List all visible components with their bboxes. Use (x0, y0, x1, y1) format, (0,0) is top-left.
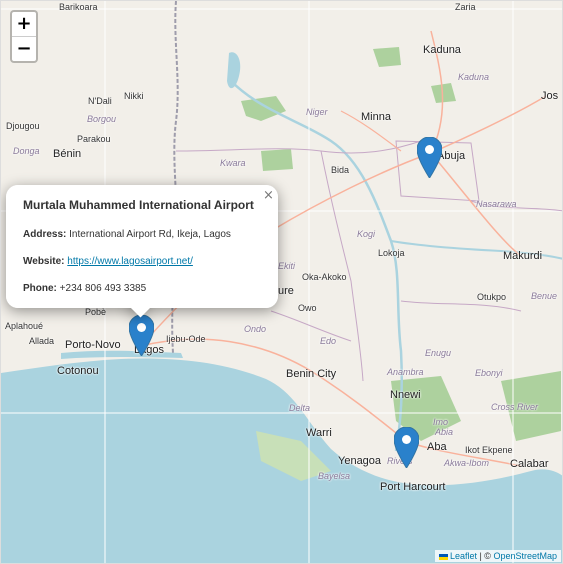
place-kwara: Kwara (220, 158, 246, 168)
place-djougou: Djougou (6, 121, 40, 131)
zoom-control: + − (10, 10, 38, 63)
place-enugu: Enugu (425, 348, 452, 358)
place-barikoara: Barikoara (59, 2, 98, 12)
popup-title: Murtala Muhammed International Airport (23, 198, 254, 212)
leaflet-link[interactable]: Leaflet (450, 551, 477, 561)
place-port-harcourt: Port Harcourt (380, 481, 446, 493)
place-aba: Aba (427, 441, 447, 453)
popup-address-label: Address: (23, 229, 67, 240)
popup-website-link[interactable]: https://www.lagosairport.net/ (67, 256, 193, 267)
place-ikot-ekpene: Ikot Ekpene (465, 445, 513, 455)
place-cotonou: Cotonou (57, 365, 99, 377)
attribution-separator: | © (476, 551, 494, 561)
place-ondo: Ondo (244, 324, 267, 334)
place-ure: ure (278, 285, 294, 297)
zoom-in-button[interactable]: + (12, 12, 36, 36)
place-imo: Imo (433, 417, 449, 427)
place-makurdi: Makurdi (503, 250, 543, 262)
place-pobe: Pobè (85, 307, 107, 317)
place-kogi: Kogi (357, 229, 376, 239)
popup-website: Website: https://www.lagosairport.net/ (23, 256, 193, 267)
place-anambra: Anambra (387, 367, 424, 377)
place-yenagoa: Yenagoa (338, 455, 382, 467)
place-benue: Benue (531, 291, 558, 301)
popup-address: Address: International Airport Rd, Ikeja… (23, 229, 231, 240)
marker-lagos-pin-icon[interactable] (129, 315, 154, 356)
place-otukpo: Otukpo (477, 292, 507, 302)
place-aplahoue: Aplahoué (5, 321, 44, 331)
place-zaria: Zaria (455, 2, 476, 12)
place-abia: Abia (435, 427, 454, 437)
place-bida: Bida (331, 165, 350, 175)
place-warri: Warri (306, 427, 332, 439)
place-ijebu-ode: Ijebu-Ode (166, 334, 206, 344)
marker-port-harcourt-pin-icon[interactable] (394, 427, 419, 468)
map-canvas[interactable]: Barikoara Zaria Kaduna Kaduna Jos N'Dali… (0, 0, 563, 564)
place-edo: Edo (320, 336, 337, 346)
place-oka-akoko: Oka-Akoko (302, 272, 347, 282)
place-cross-river: Cross River (491, 402, 539, 412)
attribution: Leaflet | © OpenStreetMap (434, 550, 561, 562)
place-ebonyi: Ebonyi (475, 368, 503, 378)
place-akwa-ibom: Akwa-Ibom (444, 458, 490, 468)
ukraine-flag-icon (438, 553, 448, 560)
place-nikki: Nikki (124, 91, 144, 101)
openstreetmap-link[interactable]: OpenStreetMap (493, 551, 557, 561)
popup-phone-value: +234 806 493 3385 (59, 283, 147, 294)
place-delta: Delta (289, 403, 311, 413)
place-ndali: N'Dali (88, 96, 112, 106)
marker-abuja-pin-icon[interactable] (417, 137, 442, 178)
place-calabar: Calabar (510, 458, 549, 470)
popup-phone-label: Phone: (23, 283, 57, 294)
place-parakou: Parakou (77, 134, 111, 144)
place-owo: Owo (298, 303, 317, 313)
place-benin-city: Benin City (286, 368, 337, 380)
place-donga: Donga (13, 146, 40, 156)
place-kaduna-region: Kaduna (458, 72, 490, 82)
place-nasarawa: Nasarawa (476, 199, 517, 209)
popup-website-label: Website: (23, 256, 65, 267)
place-porto-novo: Porto-Novo (65, 339, 121, 351)
popup-close-button[interactable]: × (263, 188, 274, 203)
place-minna: Minna (361, 111, 391, 123)
popup-phone: Phone: +234 806 493 3385 (23, 283, 146, 294)
popup-address-value: International Airport Rd, Ikeja, Lagos (69, 229, 231, 240)
place-nnewi: Nnewi (390, 389, 421, 401)
place-niger: Niger (306, 107, 328, 117)
place-ekiti: Ekiti (278, 261, 296, 271)
place-jos: Jos (541, 90, 559, 102)
zoom-out-button[interactable]: − (12, 36, 36, 61)
place-borgou: Borgou (87, 114, 117, 124)
place-kaduna-city: Kaduna (423, 44, 461, 56)
place-allada: Allada (29, 336, 55, 346)
place-benin-country: Bénin (53, 148, 82, 160)
place-lokoja: Lokoja (378, 248, 405, 258)
place-bayelsa: Bayelsa (318, 471, 351, 481)
